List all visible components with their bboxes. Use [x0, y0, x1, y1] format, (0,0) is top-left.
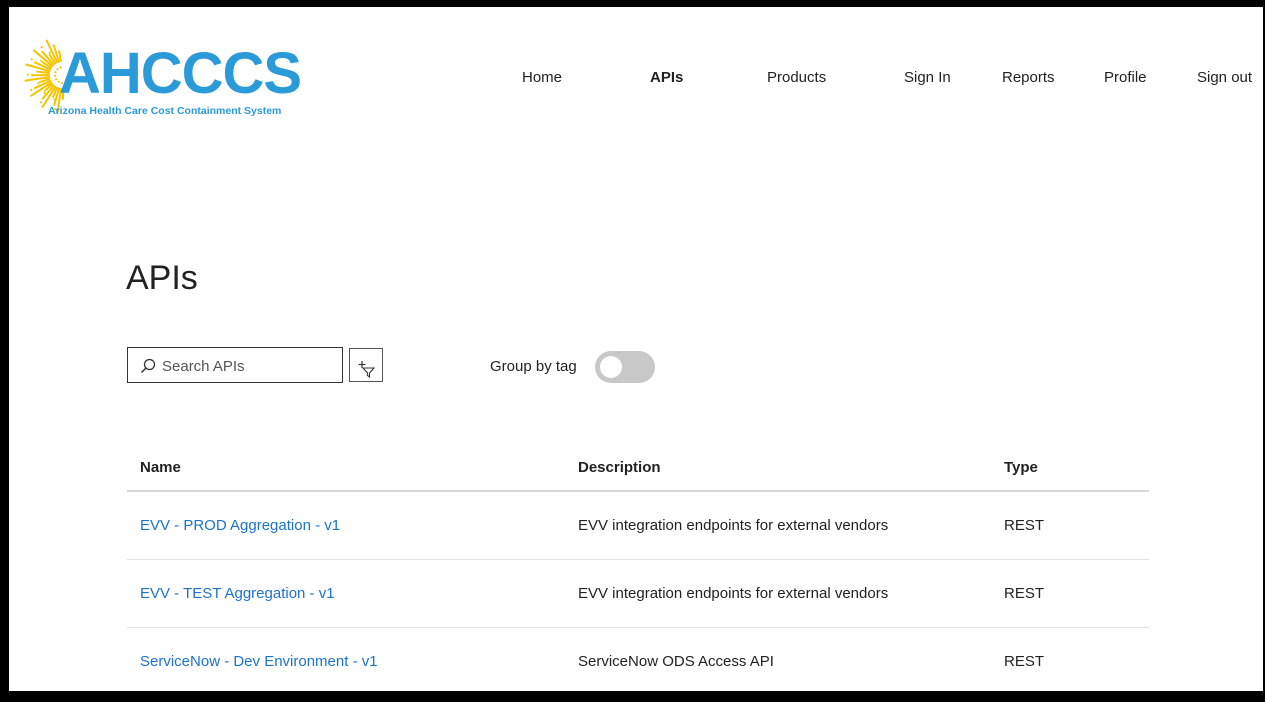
add-filter-button[interactable] [349, 348, 383, 382]
api-name-cell: EVV - TEST Aggregation - v1 [127, 559, 565, 628]
api-link[interactable]: EVV - PROD Aggregation - v1 [140, 517, 340, 534]
api-link[interactable]: EVV - TEST Aggregation - v1 [140, 585, 335, 602]
api-name-cell: ServiceNow - Dev Environment - v1 [127, 627, 565, 691]
api-type-cell: REST [991, 627, 1149, 691]
page-frame: AHCCCS Arizona Health Care Cost Containm… [9, 7, 1263, 691]
api-name-cell: EVV - PROD Aggregation - v1 [127, 491, 565, 560]
search-icon [140, 358, 156, 374]
column-header-type[interactable]: Type [991, 444, 1149, 492]
toggle-knob [600, 356, 622, 378]
table-row: EVV - PROD Aggregation - v1 EVV integrat… [127, 491, 1149, 560]
api-description-cell: ServiceNow ODS Access API [565, 627, 991, 691]
group-by-tag-label: Group by tag [490, 358, 577, 375]
nav-apis[interactable]: APIs [650, 69, 683, 86]
nav-sign-in[interactable]: Sign In [904, 69, 951, 86]
api-type-cell: REST [991, 491, 1149, 560]
column-header-description[interactable]: Description [565, 444, 991, 492]
add-filter-icon [358, 360, 375, 378]
main-nav: Home APIs Products Sign In Reports Profi… [9, 69, 1263, 89]
table-header-row: Name Description Type [127, 444, 1149, 492]
logo-tagline: Arizona Health Care Cost Containment Sys… [48, 105, 282, 117]
table-row: ServiceNow - Dev Environment - v1 Servic… [127, 627, 1149, 691]
nav-sign-out[interactable]: Sign out [1197, 69, 1252, 86]
nav-products[interactable]: Products [767, 69, 826, 86]
table-row: EVV - TEST Aggregation - v1 EVV integrat… [127, 559, 1149, 628]
page-title: APIs [126, 259, 198, 297]
api-type-cell: REST [991, 559, 1149, 628]
group-by-tag-toggle[interactable] [595, 351, 655, 383]
api-link[interactable]: ServiceNow - Dev Environment - v1 [140, 653, 378, 670]
nav-home[interactable]: Home [522, 69, 562, 86]
search-input[interactable] [162, 355, 338, 377]
search-box [127, 347, 343, 383]
column-header-name[interactable]: Name [127, 444, 565, 492]
nav-profile[interactable]: Profile [1104, 69, 1147, 86]
nav-reports[interactable]: Reports [1002, 69, 1055, 86]
api-description-cell: EVV integration endpoints for external v… [565, 491, 991, 560]
api-description-cell: EVV integration endpoints for external v… [565, 559, 991, 628]
api-table: Name Description Type EVV - PROD Aggrega… [127, 444, 1149, 691]
